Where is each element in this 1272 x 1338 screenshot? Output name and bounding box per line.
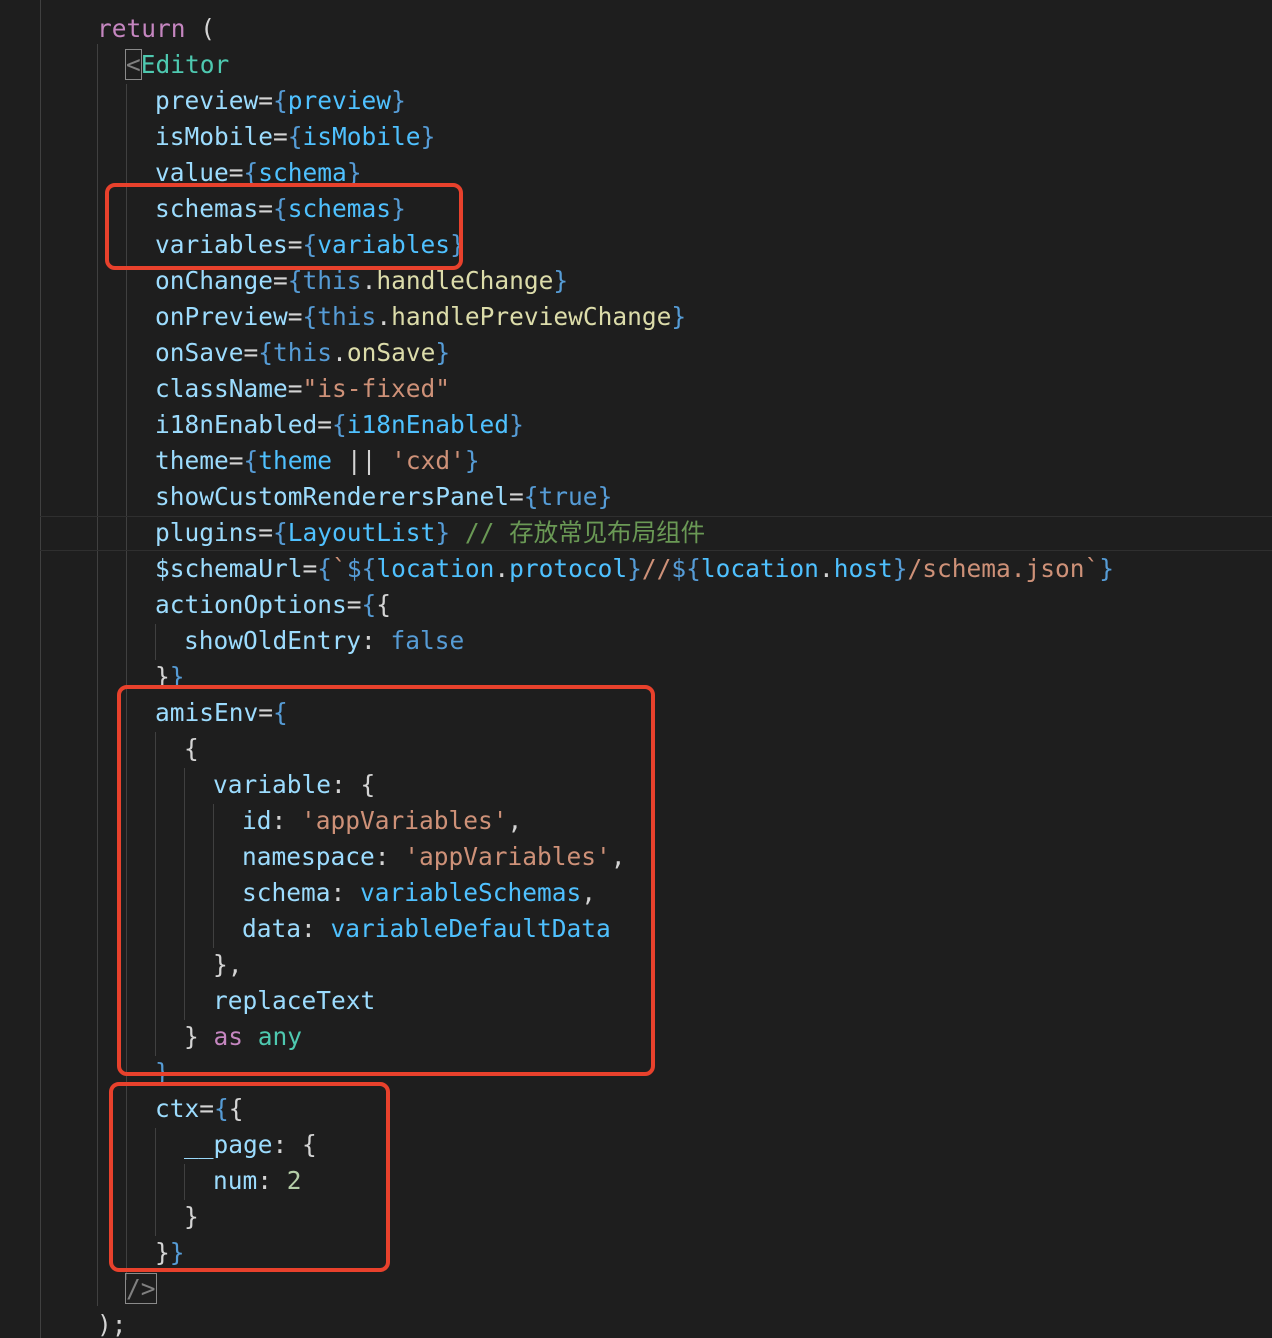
boolean-literal: false — [390, 626, 465, 655]
code-line-editor-open[interactable]: <Editor — [125, 47, 230, 83]
code-line-preview[interactable]: preview={preview} — [155, 83, 406, 119]
attr-name: onPreview — [155, 302, 288, 331]
ident-location: location — [376, 554, 495, 583]
code-line-onsave[interactable]: onSave={this.onSave} — [155, 335, 450, 371]
attr-name: showCustomRenderersPanel — [155, 482, 510, 511]
attr-name: theme — [155, 446, 229, 475]
code-line-showoldentry[interactable]: showOldEntry: false — [184, 623, 464, 659]
attr-value: isMobile — [302, 122, 421, 151]
attr-name: plugins — [155, 518, 259, 547]
string-literal: "is-fixed" — [302, 374, 451, 403]
attr-value: LayoutList — [287, 518, 436, 547]
template-tick: ` — [1084, 554, 1100, 583]
highlight-box-ctx — [109, 1082, 390, 1272]
code-editor[interactable]: return ( <Editor preview={preview} isMob… — [0, 0, 1272, 1338]
code-line-showcustomrendererspanel[interactable]: showCustomRenderersPanel={true} — [155, 479, 612, 515]
code-line-plugins[interactable]: plugins={LayoutList} // 存放常见布局组件 — [155, 515, 705, 551]
code-line-i18nenabled[interactable]: i18nEnabled={i18nEnabled} — [155, 407, 524, 443]
indent-guide — [97, 44, 98, 1306]
highlight-box-amisenv — [117, 685, 655, 1076]
code-line-close-tag[interactable]: /> — [125, 1271, 157, 1307]
method-name: handlePreviewChange — [391, 302, 672, 331]
string-sep: // — [641, 554, 672, 583]
code-line-ismobile[interactable]: isMobile={isMobile} — [155, 119, 435, 155]
attr-name: isMobile — [155, 122, 274, 151]
interp-open: ${ — [671, 554, 701, 583]
paren-close: ); — [97, 1310, 127, 1338]
string-tail: /schema.json — [907, 554, 1085, 583]
indent-guide — [155, 624, 156, 660]
code-line-actionoptions[interactable]: actionOptions={{ — [155, 587, 391, 623]
code-comment: // 存放常见布局组件 — [464, 518, 706, 547]
method-name: onSave — [346, 338, 436, 367]
interp-open: ${ — [346, 554, 377, 583]
boolean-literal: true — [538, 482, 598, 511]
code-line-return[interactable]: return ( — [97, 11, 215, 47]
attr-value: i18nEnabled — [346, 410, 510, 439]
attr-name: preview — [155, 86, 259, 115]
ident-location: location — [700, 554, 819, 583]
interp-close: } — [892, 554, 908, 583]
attr-value: theme — [258, 446, 333, 475]
code-line-onpreview[interactable]: onPreview={this.handlePreviewChange} — [155, 299, 686, 335]
method-name: handleChange — [376, 266, 554, 295]
indent-guide — [40, 0, 41, 1338]
object-key: showOldEntry — [184, 626, 362, 655]
paren: ( — [200, 14, 216, 43]
ident-protocol: protocol — [509, 554, 628, 583]
attr-name: className — [155, 374, 288, 403]
attr-name: onSave — [155, 338, 244, 367]
keyword-return: return — [97, 14, 186, 43]
code-line-theme[interactable]: theme={theme || 'cxd'} — [155, 443, 480, 479]
template-tick: ` — [332, 554, 347, 583]
this-keyword: this — [302, 266, 362, 295]
attr-value: preview — [287, 86, 392, 115]
this-keyword: this — [273, 338, 333, 367]
attr-name: i18nEnabled — [155, 410, 318, 439]
operator-or: || — [346, 446, 377, 475]
tag-open-bracket: < — [125, 49, 142, 80]
code-line-schemaurl[interactable]: $schemaUrl={`${location.protocol}//${loc… — [155, 551, 1114, 587]
ident-host: host — [833, 554, 893, 583]
this-keyword: this — [317, 302, 377, 331]
attr-name: onChange — [155, 266, 274, 295]
string-literal: 'cxd' — [391, 446, 465, 475]
interp-close: } — [627, 554, 642, 583]
tag-name-editor: Editor — [140, 50, 230, 79]
attr-name: $schemaUrl — [155, 554, 303, 583]
code-line-close-paren[interactable]: ); — [97, 1307, 127, 1338]
highlight-box-schemas-variables — [105, 183, 463, 270]
tag-close: /> — [125, 1273, 157, 1304]
code-line-classname[interactable]: className="is-fixed" — [155, 371, 450, 407]
attr-name: actionOptions — [155, 590, 347, 619]
